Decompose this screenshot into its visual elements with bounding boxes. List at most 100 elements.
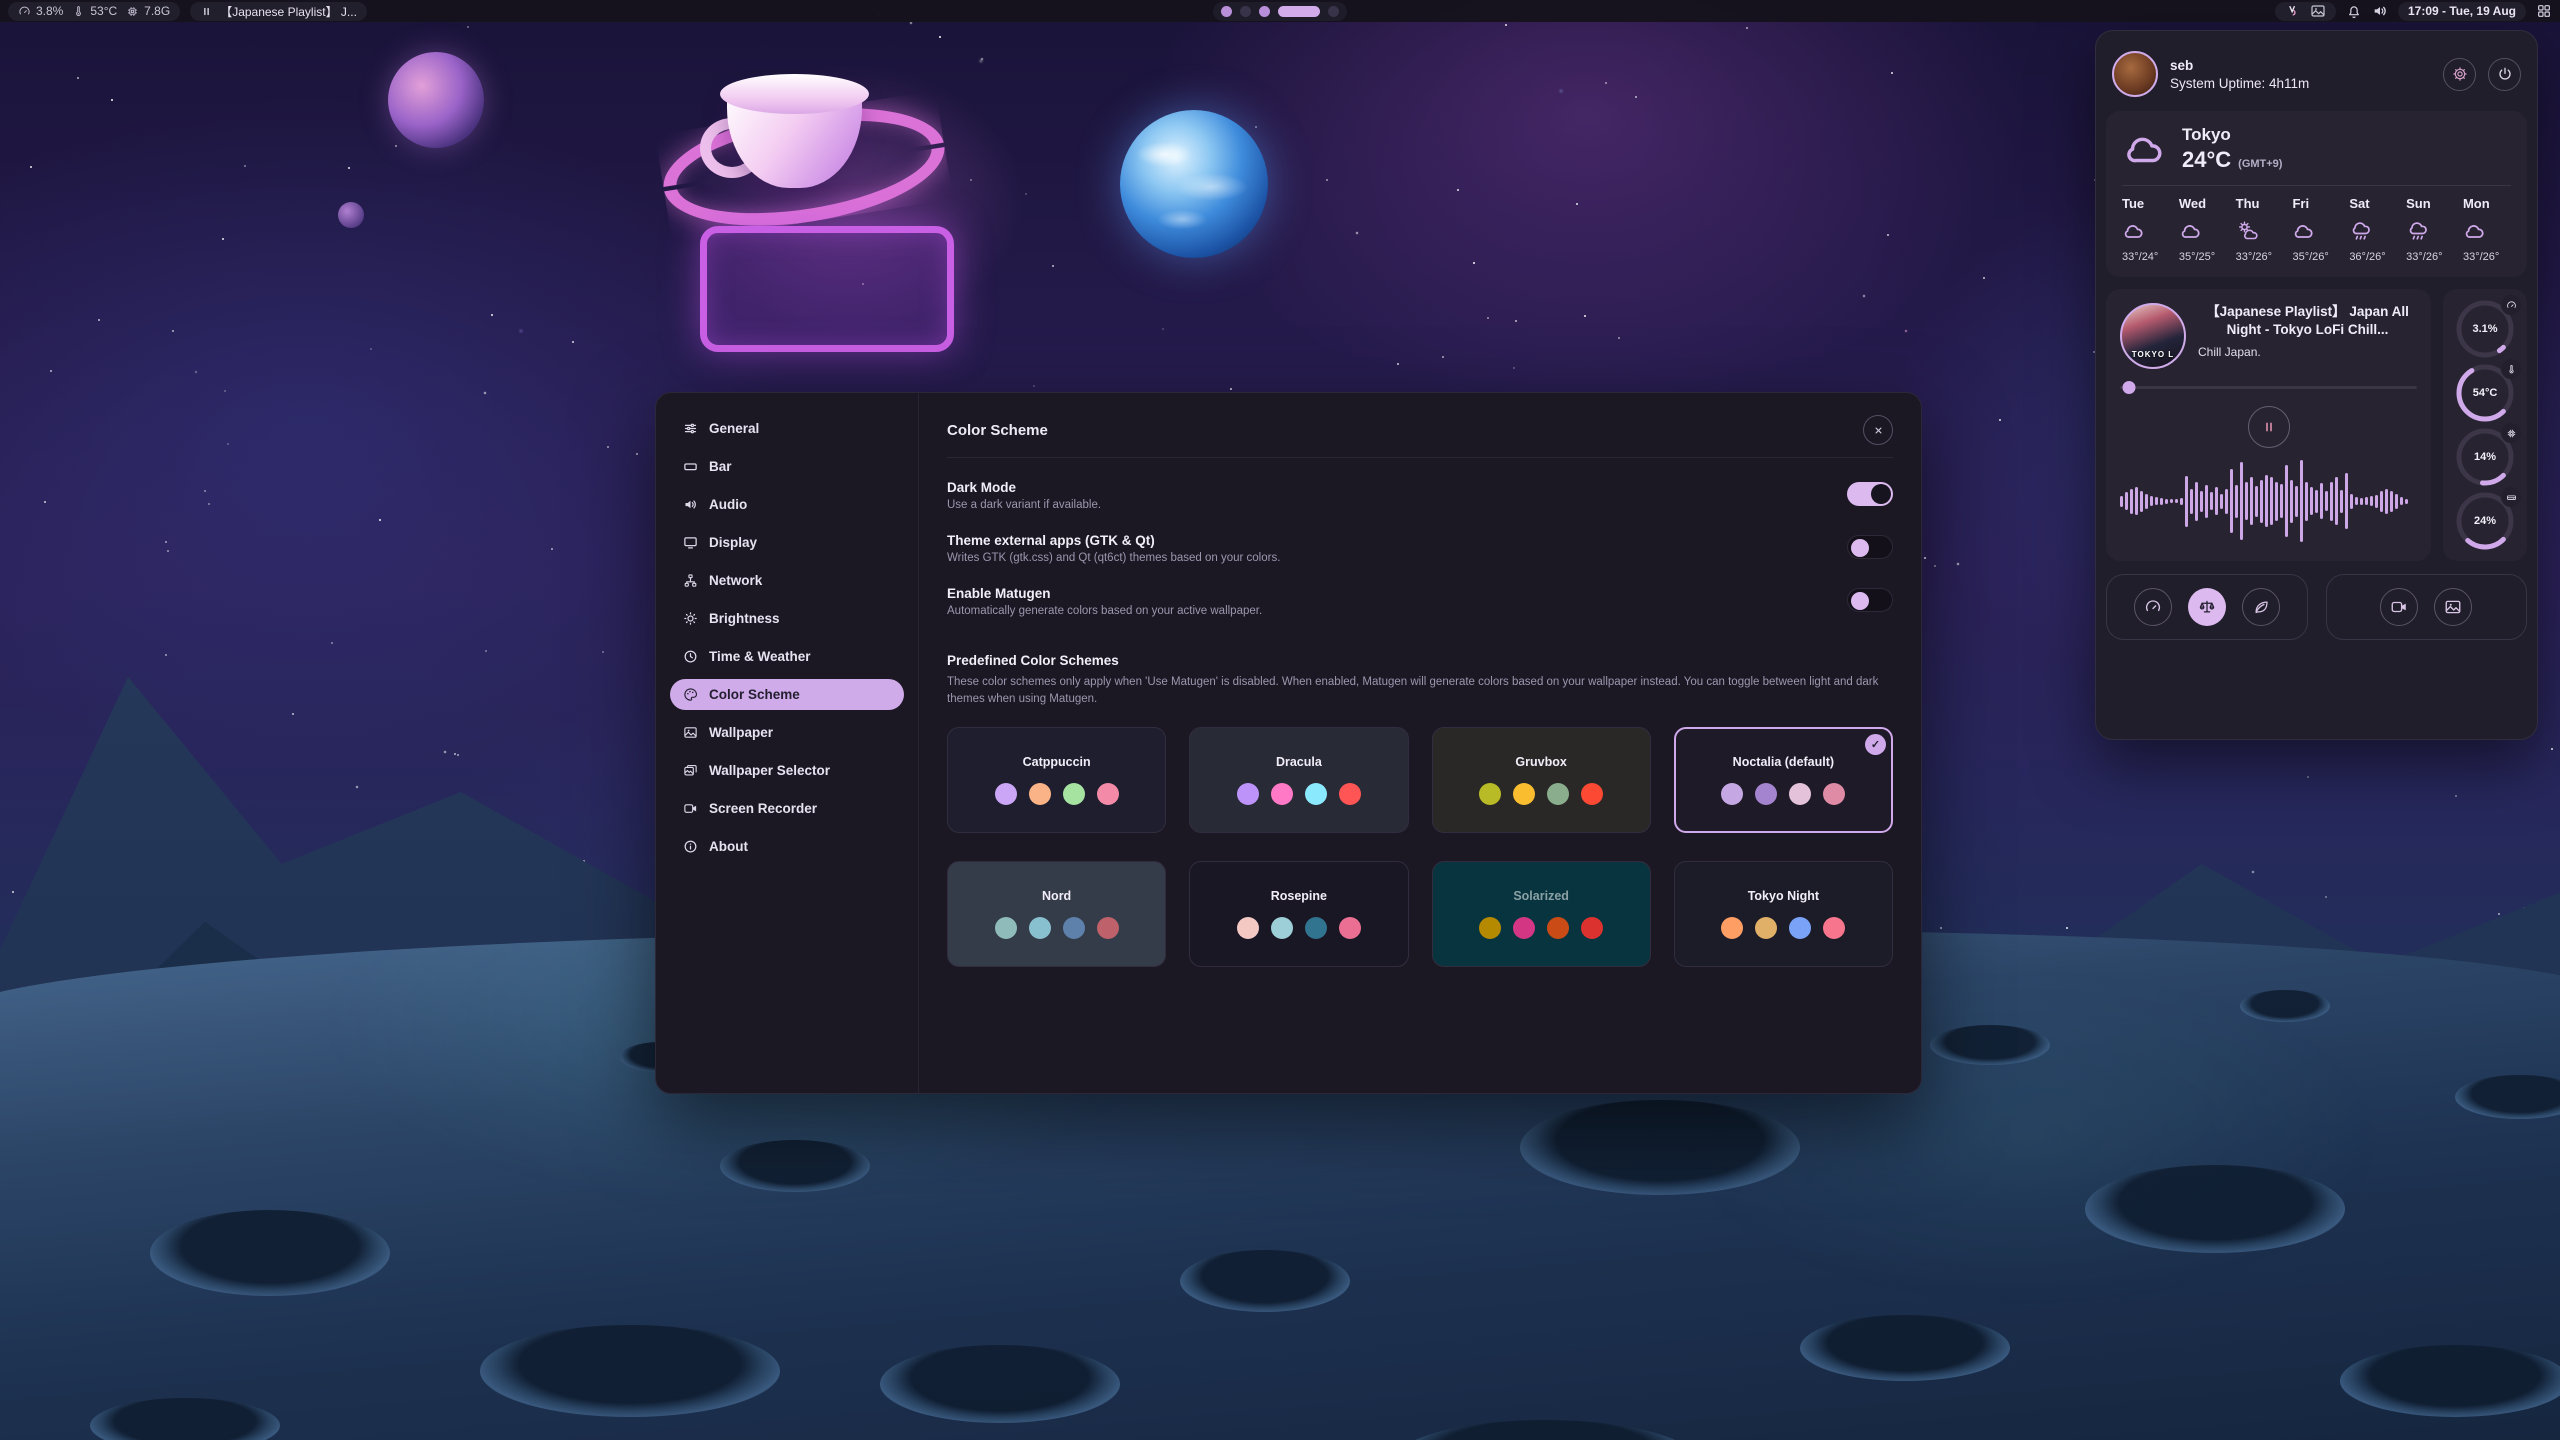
toggle-theme-external-apps-gtk-qt[interactable] [1847,535,1893,559]
thermometer-icon [72,5,85,18]
sidebar-item-label: Time & Weather [709,649,811,664]
brightness-icon [683,611,698,626]
sidebar-item-network[interactable]: Network [670,565,904,596]
temperature-stat: 53°C [72,4,117,18]
progress-knob[interactable] [2122,381,2135,394]
video-camera-icon [2390,598,2408,616]
sidebar-item-wallpaper[interactable]: Wallpaper [670,717,904,748]
power-button[interactable] [2488,58,2521,91]
wallpaper-tray-icon[interactable] [2310,3,2326,19]
sidebar-item-color-scheme[interactable]: Color Scheme [670,679,904,710]
gear-icon [2452,66,2468,82]
scheme-card-gruvbox[interactable]: Gruvbox [1432,727,1651,833]
scheme-swatches [1721,783,1845,805]
toggle-dark-mode[interactable] [1847,482,1893,506]
color-swatch [1547,783,1569,805]
sidebar-item-screen-recorder[interactable]: Screen Recorder [670,793,904,824]
workspace-3[interactable] [1259,6,1270,17]
album-art[interactable]: TOKYO L [2120,303,2186,369]
scheme-card-catppuccin[interactable]: Catppuccin [947,727,1166,833]
media-artist: Chill Japan. [2198,345,2417,359]
screen-recorder-button[interactable] [2380,588,2418,626]
workspace-indicator[interactable] [1213,2,1347,21]
setting-label: Enable Matugen [947,586,1262,601]
bar-media-label: 【Japanese Playlist】 J... [220,3,357,20]
scheme-name: Tokyo Night [1748,889,1819,903]
sidebar-item-display[interactable]: Display [670,527,904,558]
disk-icon [2501,487,2521,507]
play-pause-button[interactable] [2248,406,2290,448]
wallpaper-icon [683,725,698,740]
avatar[interactable] [2112,51,2158,97]
close-button[interactable] [1863,415,1893,445]
tray-pill [2275,2,2336,21]
tray-app-icon[interactable] [2285,3,2301,19]
earth-planet [1120,110,1268,258]
toggle-enable-matugen[interactable] [1847,588,1893,612]
color-swatch [1789,783,1811,805]
system-stats-pill[interactable]: 3.8% 53°C 7.8G [8,2,180,21]
power-profile-balanced-button[interactable] [2188,588,2226,626]
cloud-icon [2179,219,2203,243]
color-swatch [1097,783,1119,805]
weather-city: Tokyo [2182,125,2282,145]
forecast-day-name: Mon [2463,196,2490,211]
scheme-swatches [1721,917,1845,939]
forecast-day-name: Tue [2122,196,2144,211]
user-section: seb System Uptime: 4h11m [2106,41,2527,107]
forecast-day-fri: Fri35°/26° [2292,196,2340,263]
sidebar-item-bar[interactable]: Bar [670,451,904,482]
sidebar-item-time-weather[interactable]: Time & Weather [670,641,904,672]
power-profile-performance-button[interactable] [2134,588,2172,626]
purple-planet [388,52,484,148]
scheme-card-rosepine[interactable]: Rosepine [1189,861,1408,967]
album-art-text: TOKYO L [2122,350,2184,359]
weather-divider [2122,185,2511,186]
workspace-5[interactable] [1328,6,1339,17]
sidebar-item-about[interactable]: About [670,831,904,862]
cloud-icon [2122,219,2146,243]
app-launcher-icon[interactable] [2536,3,2552,19]
forecast-day-name: Wed [2179,196,2206,211]
sidebar-item-wallpaper-selector[interactable]: Wallpaper Selector [670,755,904,786]
settings-sidebar: General Bar Audio Display Network Brightness T… [656,393,919,1093]
scheme-card-tokyo-night[interactable]: Tokyo Night [1674,861,1893,967]
thermometer-icon [2501,359,2521,379]
wallpaper-button[interactable] [2434,588,2472,626]
scheme-card-dracula[interactable]: Dracula [1189,727,1408,833]
workspace-4[interactable] [1278,6,1320,17]
sidebar-item-brightness[interactable]: Brightness [670,603,904,634]
workspace-2[interactable] [1240,6,1251,17]
scheme-name: Noctalia (default) [1733,755,1834,769]
media-player-card: TOKYO L 【Japanese Playlist】 Japan All Ni… [2106,289,2431,561]
scheme-swatches [1237,917,1361,939]
bar-media-pill[interactable]: 【Japanese Playlist】 J... [190,2,367,21]
sidebar-item-label: About [709,839,748,854]
setting-row-enable-matugen: Enable MatugenAutomatically generate col… [947,586,1893,617]
settings-button[interactable] [2443,58,2476,91]
scheme-card-solarized[interactable]: Solarized [1432,861,1651,967]
scheme-card-nord[interactable]: Nord [947,861,1166,967]
forecast-day-name: Fri [2292,196,2309,211]
control-panel: seb System Uptime: 4h11m Tokyo 24°C (GMT… [2095,30,2538,740]
color-swatch [1339,917,1361,939]
sidebar-item-label: Wallpaper Selector [709,763,830,778]
rain-icon [2349,219,2373,243]
scheme-name: Dracula [1276,755,1322,769]
media-progress-bar[interactable] [2120,381,2417,394]
sidebar-item-general[interactable]: General [670,413,904,444]
sidebar-item-audio[interactable]: Audio [670,489,904,520]
scheme-card-noctalia-default[interactable]: ✓Noctalia (default) [1674,727,1893,833]
volume-icon[interactable] [2372,3,2388,19]
power-profile-powersaver-button[interactable] [2242,588,2280,626]
color-swatch [1479,917,1501,939]
forecast-day-wed: Wed35°/25° [2179,196,2227,263]
forecast-day-tue: Tue33°/24° [2122,196,2170,263]
cpu-usage-value: 3.8% [36,4,63,18]
color-swatch [1823,917,1845,939]
forecast-day-mon: Mon33°/26° [2463,196,2511,263]
workspace-1[interactable] [1221,6,1232,17]
power-profile-group [2106,574,2308,640]
clock-pill[interactable]: 17:09 - Tue, 19 Aug [2398,2,2526,21]
notifications-icon[interactable] [2346,3,2362,19]
